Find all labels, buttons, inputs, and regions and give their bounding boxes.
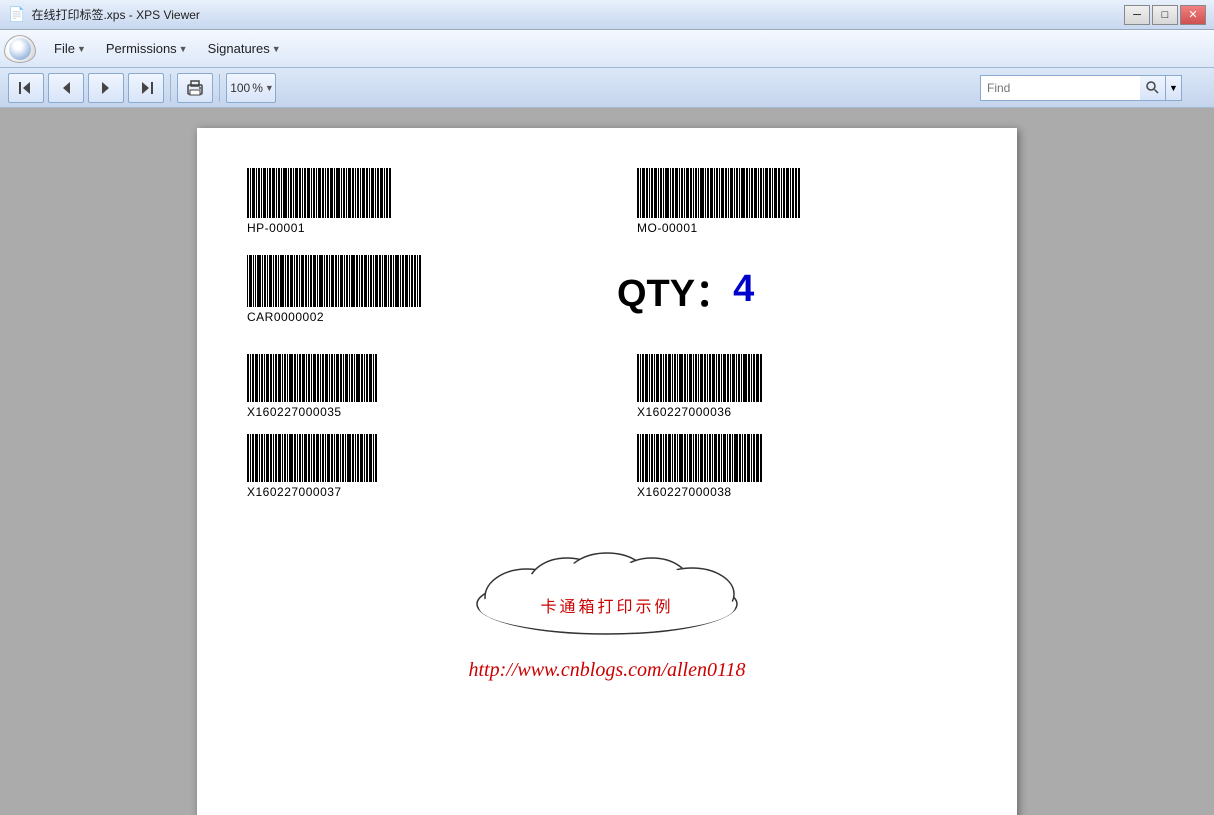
barcode-hp-svg	[247, 168, 392, 218]
minimize-button[interactable]: ─	[1124, 5, 1150, 25]
permissions-arrow-icon: ▼	[179, 44, 188, 54]
title-bar: 📄 在线打印标签.xps - XPS Viewer ─ □ ✕	[0, 0, 1214, 30]
barcode-item-35: X160227000035	[247, 354, 577, 419]
separator-2	[219, 74, 220, 102]
url-text: http://www.cnblogs.com/allen0118	[468, 659, 745, 681]
barcode-hp-label: HP-00001	[247, 221, 305, 235]
barcode-car-svg	[247, 255, 422, 307]
search-button[interactable]	[1140, 75, 1166, 101]
print-button[interactable]	[177, 73, 213, 103]
file-arrow-icon: ▼	[77, 44, 86, 54]
title-bar-controls: ─ □ ✕	[1124, 5, 1206, 25]
barcode-38-label: X160227000038	[637, 485, 732, 499]
main-area: HP-00001	[0, 108, 1214, 815]
separator-1	[170, 74, 171, 102]
toolbar: 100 % ▼ ▼	[0, 68, 1214, 108]
zoom-display[interactable]: 100 % ▼	[226, 73, 276, 103]
barcode-row-4: X160227000037	[247, 434, 967, 499]
maximize-button[interactable]: □	[1152, 5, 1178, 25]
barcode-mo-label: MO-00001	[637, 221, 698, 235]
search-box: ▼	[980, 75, 1182, 101]
barcode-row-1: HP-00001	[247, 168, 967, 235]
window-icon: 📄	[8, 6, 25, 23]
barcode-car-label: CAR0000002	[247, 310, 324, 324]
barcode-row-3: X160227000035	[247, 354, 967, 419]
search-dropdown-button[interactable]: ▼	[1166, 75, 1182, 101]
close-button[interactable]: ✕	[1180, 5, 1206, 25]
search-input[interactable]	[980, 75, 1140, 101]
barcode-35-svg	[247, 354, 377, 402]
svg-text:卡通箱打印示例: 卡通箱打印示例	[540, 598, 673, 616]
document-page: HP-00001	[197, 128, 1017, 815]
barcode-36-label: X160227000036	[637, 405, 732, 419]
menu-file[interactable]: File ▼	[46, 37, 94, 60]
barcode-item-hp: HP-00001	[247, 168, 577, 235]
signatures-arrow-icon: ▼	[272, 44, 281, 54]
last-page-button[interactable]	[128, 73, 164, 103]
barcode-item-38: X160227000038	[577, 434, 967, 499]
title-bar-left: 📄 在线打印标签.xps - XPS Viewer	[8, 6, 200, 23]
barcode-36-svg	[637, 354, 762, 402]
barcode-37-svg	[247, 434, 377, 482]
barcode-item-36: X160227000036	[577, 354, 967, 419]
barcode-35-label: X160227000035	[247, 405, 342, 419]
cloud-container: 卡通箱打印示例	[247, 539, 967, 639]
next-page-button[interactable]	[88, 73, 124, 103]
barcode-row-2: CAR0000002 QTY： 4	[247, 255, 967, 324]
menu-signatures[interactable]: Signatures ▼	[200, 37, 289, 60]
barcode-37-label: X160227000037	[247, 485, 342, 499]
zoom-arrow-icon: ▼	[265, 83, 274, 93]
barcode-item-mo: MO-00001	[577, 168, 967, 235]
qty-label: QTY：	[617, 262, 733, 317]
barcode-item-37: X160227000037	[247, 434, 577, 499]
barcode-item-car: CAR0000002	[247, 255, 597, 324]
prev-page-button[interactable]	[48, 73, 84, 103]
barcode-38-svg	[637, 434, 762, 482]
first-page-button[interactable]	[8, 73, 44, 103]
window-title: 在线打印标签.xps - XPS Viewer	[31, 6, 199, 23]
qty-section: QTY： 4	[597, 262, 967, 317]
barcode-mo-svg	[637, 168, 802, 218]
cloud-svg: 卡通箱打印示例	[437, 539, 777, 639]
url-section: http://www.cnblogs.com/allen0118	[247, 659, 967, 682]
qty-value: 4	[733, 268, 754, 311]
app-logo	[4, 35, 36, 63]
zoom-value: 100	[230, 81, 250, 95]
menu-bar: File ▼ Permissions ▼ Signatures ▼	[0, 30, 1214, 68]
menu-permissions[interactable]: Permissions ▼	[98, 37, 196, 60]
